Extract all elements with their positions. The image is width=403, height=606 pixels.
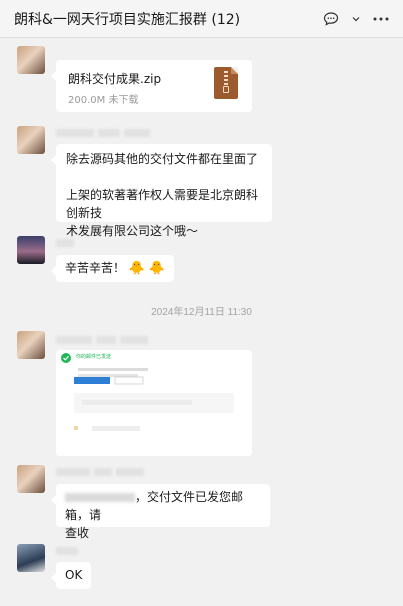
message-line: 术发展有限公司这个哦～ bbox=[66, 224, 199, 238]
image-message[interactable]: 你的邮件已发送 bbox=[56, 350, 252, 456]
sender-name-blurred bbox=[56, 468, 144, 478]
avatar[interactable] bbox=[17, 236, 45, 264]
file-size: 200.0M bbox=[68, 95, 106, 106]
avatar[interactable] bbox=[17, 126, 45, 154]
chick-emoji: 🐥 bbox=[128, 261, 146, 276]
zip-file-icon bbox=[214, 67, 238, 99]
sender-name-blurred bbox=[56, 239, 74, 249]
sender-name-blurred bbox=[56, 129, 150, 139]
message-bubble[interactable]: 除去源码其他的交付文件都在里面了 上架的软著著作权人需要是北京朗科创新技 术发展… bbox=[51, 144, 272, 238]
chat-bubble-icon[interactable] bbox=[321, 9, 341, 29]
sender-name-blurred bbox=[56, 336, 148, 346]
message-line: ，交付文件已发您邮箱，请 bbox=[65, 488, 261, 524]
avatar[interactable] bbox=[17, 46, 45, 74]
chat-message-area[interactable]: 朗科交付成果.zip 200.0M 未下载 除去源码其他的交付文件都在里面了 上… bbox=[0, 39, 403, 606]
message-line: 查收 bbox=[65, 526, 90, 540]
message-bubble[interactable]: ，交付文件已发您邮箱，请 查收 bbox=[51, 484, 270, 540]
title-actions bbox=[321, 9, 391, 29]
message-text: 辛苦辛苦！ bbox=[65, 261, 126, 275]
message-bubble[interactable]: 辛苦辛苦！ 🐥 🐥 bbox=[50, 255, 175, 282]
chat-title: 朗科&一网天行项目实施汇报群 (12) bbox=[14, 11, 241, 28]
avatar[interactable] bbox=[17, 465, 45, 493]
message-line bbox=[66, 168, 262, 186]
chevron-down-icon[interactable] bbox=[351, 9, 361, 29]
avatar[interactable] bbox=[17, 544, 45, 572]
message-line: 上架的软著著作权人需要是北京朗科创新技 bbox=[66, 188, 259, 220]
file-card[interactable]: 朗科交付成果.zip 200.0M 未下载 bbox=[51, 60, 252, 112]
chick-emoji: 🐥 bbox=[148, 261, 166, 276]
avatar[interactable] bbox=[17, 331, 45, 359]
chat-titlebar: 朗科&一网天行项目实施汇报群 (12) bbox=[0, 0, 403, 38]
screenshot-heading: 你的邮件已发送 bbox=[76, 354, 112, 360]
more-icon[interactable] bbox=[371, 9, 391, 29]
file-status: 未下载 bbox=[108, 95, 139, 106]
message-line: 除去源码其他的交付文件都在里面了 bbox=[66, 152, 259, 166]
message-bubble[interactable]: OK bbox=[50, 562, 92, 589]
timestamp: 2024年12月11日 11:30 bbox=[151, 307, 252, 318]
blurred-name-mention bbox=[65, 493, 135, 502]
email-sent-screenshot bbox=[56, 350, 252, 456]
message-text: OK bbox=[65, 568, 83, 582]
sender-name-blurred bbox=[56, 547, 78, 557]
